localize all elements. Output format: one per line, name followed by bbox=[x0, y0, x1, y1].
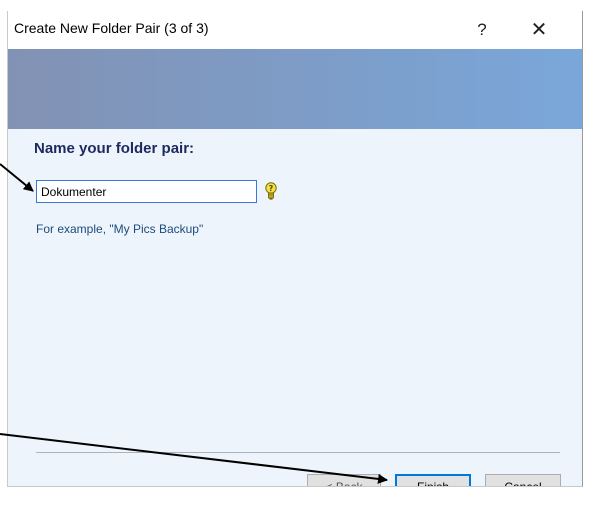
finish-button[interactable]: Finish bbox=[395, 474, 471, 486]
button-separator bbox=[36, 452, 560, 453]
wizard-content: Name your folder pair: ? For example, "M… bbox=[8, 129, 582, 486]
lightbulb-help-icon[interactable]: ? bbox=[264, 182, 278, 202]
title-bar: Create New Folder Pair (3 of 3) ? ✕ bbox=[8, 11, 582, 49]
help-button[interactable]: ? bbox=[465, 15, 499, 45]
folder-pair-name-input[interactable] bbox=[36, 180, 257, 203]
header-banner bbox=[8, 49, 582, 129]
screenshot-stage: Create New Folder Pair (3 of 3) ? ✕ Name… bbox=[0, 0, 593, 506]
example-hint: For example, "My Pics Backup" bbox=[36, 222, 204, 236]
close-button[interactable]: ✕ bbox=[517, 15, 561, 45]
back-button[interactable]: < Back bbox=[307, 474, 381, 486]
window-title: Create New Folder Pair (3 of 3) bbox=[14, 20, 209, 36]
page-heading: Name your folder pair: bbox=[34, 140, 195, 157]
close-icon: ✕ bbox=[530, 19, 548, 41]
cancel-button[interactable]: Cancel bbox=[485, 474, 561, 486]
svg-text:?: ? bbox=[269, 184, 274, 193]
create-folder-pair-dialog: Create New Folder Pair (3 of 3) ? ✕ Name… bbox=[7, 11, 583, 487]
